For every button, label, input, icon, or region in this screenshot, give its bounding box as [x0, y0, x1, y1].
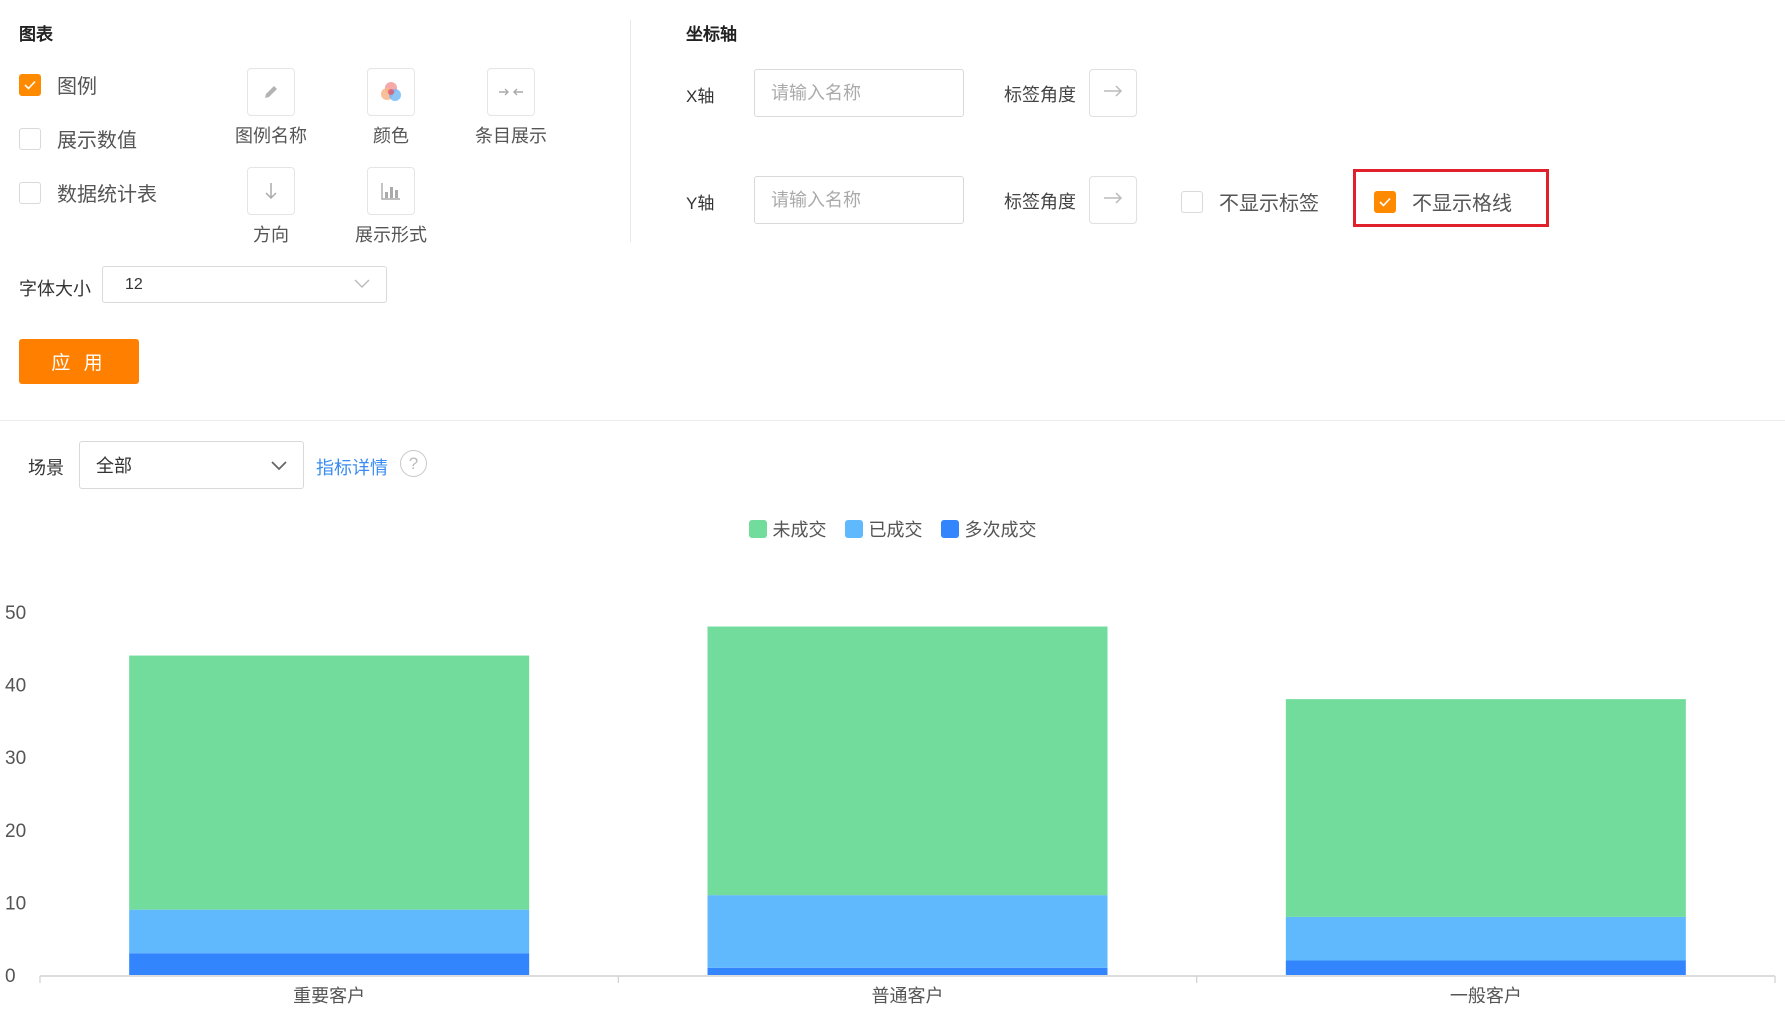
x-tick-label: 一般客户 [1450, 986, 1522, 1006]
legend-item-multi-closed[interactable]: 多次成交 [940, 516, 1037, 542]
y-tick-label: 40 [5, 676, 26, 697]
bar-segment [1285, 916, 1686, 961]
bar-segment [1285, 699, 1686, 917]
y-axis-label: Y轴 [686, 194, 715, 213]
legend-label: 已成交 [868, 520, 923, 540]
x-axis-label: X轴 [686, 87, 715, 106]
bar-segment [707, 626, 1108, 896]
section-divider [0, 420, 1785, 421]
pencil-icon[interactable] [247, 68, 295, 116]
legend-name-tool[interactable]: 图例名称 [216, 68, 326, 148]
bar-segment [707, 895, 1108, 968]
legend-checkbox[interactable]: 图例 [19, 70, 97, 99]
hide-labels-checkbox[interactable]: 不显示标签 [1181, 187, 1319, 216]
data-table-checkbox-label: 数据统计表 [57, 184, 157, 206]
font-size-select[interactable]: 12 [102, 266, 387, 303]
bar-segment [129, 655, 530, 910]
checkbox-checked-icon [1374, 190, 1396, 213]
legend-label: 多次成交 [964, 520, 1037, 540]
color-palette-icon[interactable] [367, 68, 415, 116]
hide-gridlines-label: 不显示格线 [1412, 193, 1512, 215]
bar-segment [129, 953, 530, 975]
panel-divider [630, 20, 631, 242]
scene-label: 场景 [28, 458, 64, 478]
legend-item-not-closed[interactable]: 未成交 [748, 516, 827, 542]
scene-select[interactable]: 全部 [79, 441, 304, 489]
item-display-tool[interactable]: 条目展示 [456, 68, 566, 148]
checkbox-checked-icon [19, 73, 41, 96]
color-tool[interactable]: 颜色 [336, 68, 446, 148]
legend-item-closed[interactable]: 已成交 [844, 516, 923, 542]
y-axis-angle-button[interactable] [1089, 176, 1137, 224]
legend-name-label: 图例名称 [235, 126, 307, 146]
bar-segment [129, 909, 530, 954]
show-values-checkbox[interactable]: 展示数值 [19, 124, 137, 153]
legend-swatch [748, 520, 767, 538]
legend-swatch [844, 520, 863, 538]
show-values-checkbox-label: 展示数值 [57, 130, 137, 152]
y-tick-label: 50 [5, 603, 26, 624]
color-label: 颜色 [373, 126, 409, 146]
bar-chart-icon[interactable] [367, 167, 415, 215]
font-size-value: 12 [125, 275, 143, 293]
checkbox-unchecked-icon [19, 181, 41, 204]
legend-checkbox-label: 图例 [57, 76, 97, 98]
item-display-label: 条目展示 [475, 126, 547, 146]
data-table-checkbox[interactable]: 数据统计表 [19, 178, 157, 207]
display-form-tool[interactable]: 展示形式 [336, 167, 446, 247]
x-tick-label: 重要客户 [293, 986, 365, 1006]
direction-tool[interactable]: 方向 [216, 167, 326, 247]
legend-swatch [940, 520, 959, 538]
chevron-down-icon [271, 455, 287, 476]
hide-labels-label: 不显示标签 [1219, 193, 1319, 215]
collapse-arrows-icon[interactable] [487, 68, 535, 116]
bar-segment [1285, 960, 1686, 975]
help-icon-glyph: ? [408, 453, 419, 473]
x-axis-angle-label: 标签角度 [1004, 85, 1076, 105]
stacked-bar-chart: 0 10 20 30 40 50 重要客户 普通客户 一般客户 [5, 603, 1776, 1006]
help-icon[interactable]: ? [400, 450, 427, 477]
arrow-right-icon [1103, 191, 1123, 210]
font-size-label: 字体大小 [19, 279, 91, 299]
y-tick-label: 0 [5, 966, 16, 987]
indicator-detail-link[interactable]: 指标详情 [316, 454, 388, 480]
y-axis-angle-label: 标签角度 [1004, 192, 1076, 212]
bar-segment [707, 967, 1108, 975]
hide-gridlines-checkbox[interactable]: 不显示格线 [1374, 187, 1512, 216]
direction-label: 方向 [253, 225, 289, 245]
chart-section-title: 图表 [19, 25, 53, 44]
y-tick-label: 30 [5, 748, 26, 769]
x-axis-name-input[interactable] [754, 69, 964, 117]
apply-button[interactable]: 应 用 [19, 339, 139, 384]
scene-value: 全部 [96, 456, 132, 476]
checkbox-unchecked-icon [1181, 190, 1203, 213]
axis-section-title: 坐标轴 [686, 25, 737, 44]
y-axis-name-input[interactable] [754, 176, 964, 224]
y-tick-label: 20 [5, 821, 26, 842]
chart-legend: 未成交 已成交 多次成交 [0, 516, 1785, 542]
x-axis-angle-button[interactable] [1089, 69, 1137, 117]
arrow-right-icon [1103, 84, 1123, 103]
chevron-down-icon [354, 276, 370, 294]
legend-label: 未成交 [772, 520, 827, 540]
display-form-label: 展示形式 [355, 225, 427, 245]
x-tick-label: 普通客户 [872, 986, 944, 1006]
arrow-down-icon[interactable] [247, 167, 295, 215]
checkbox-unchecked-icon [19, 127, 41, 150]
y-tick-label: 10 [5, 893, 26, 914]
